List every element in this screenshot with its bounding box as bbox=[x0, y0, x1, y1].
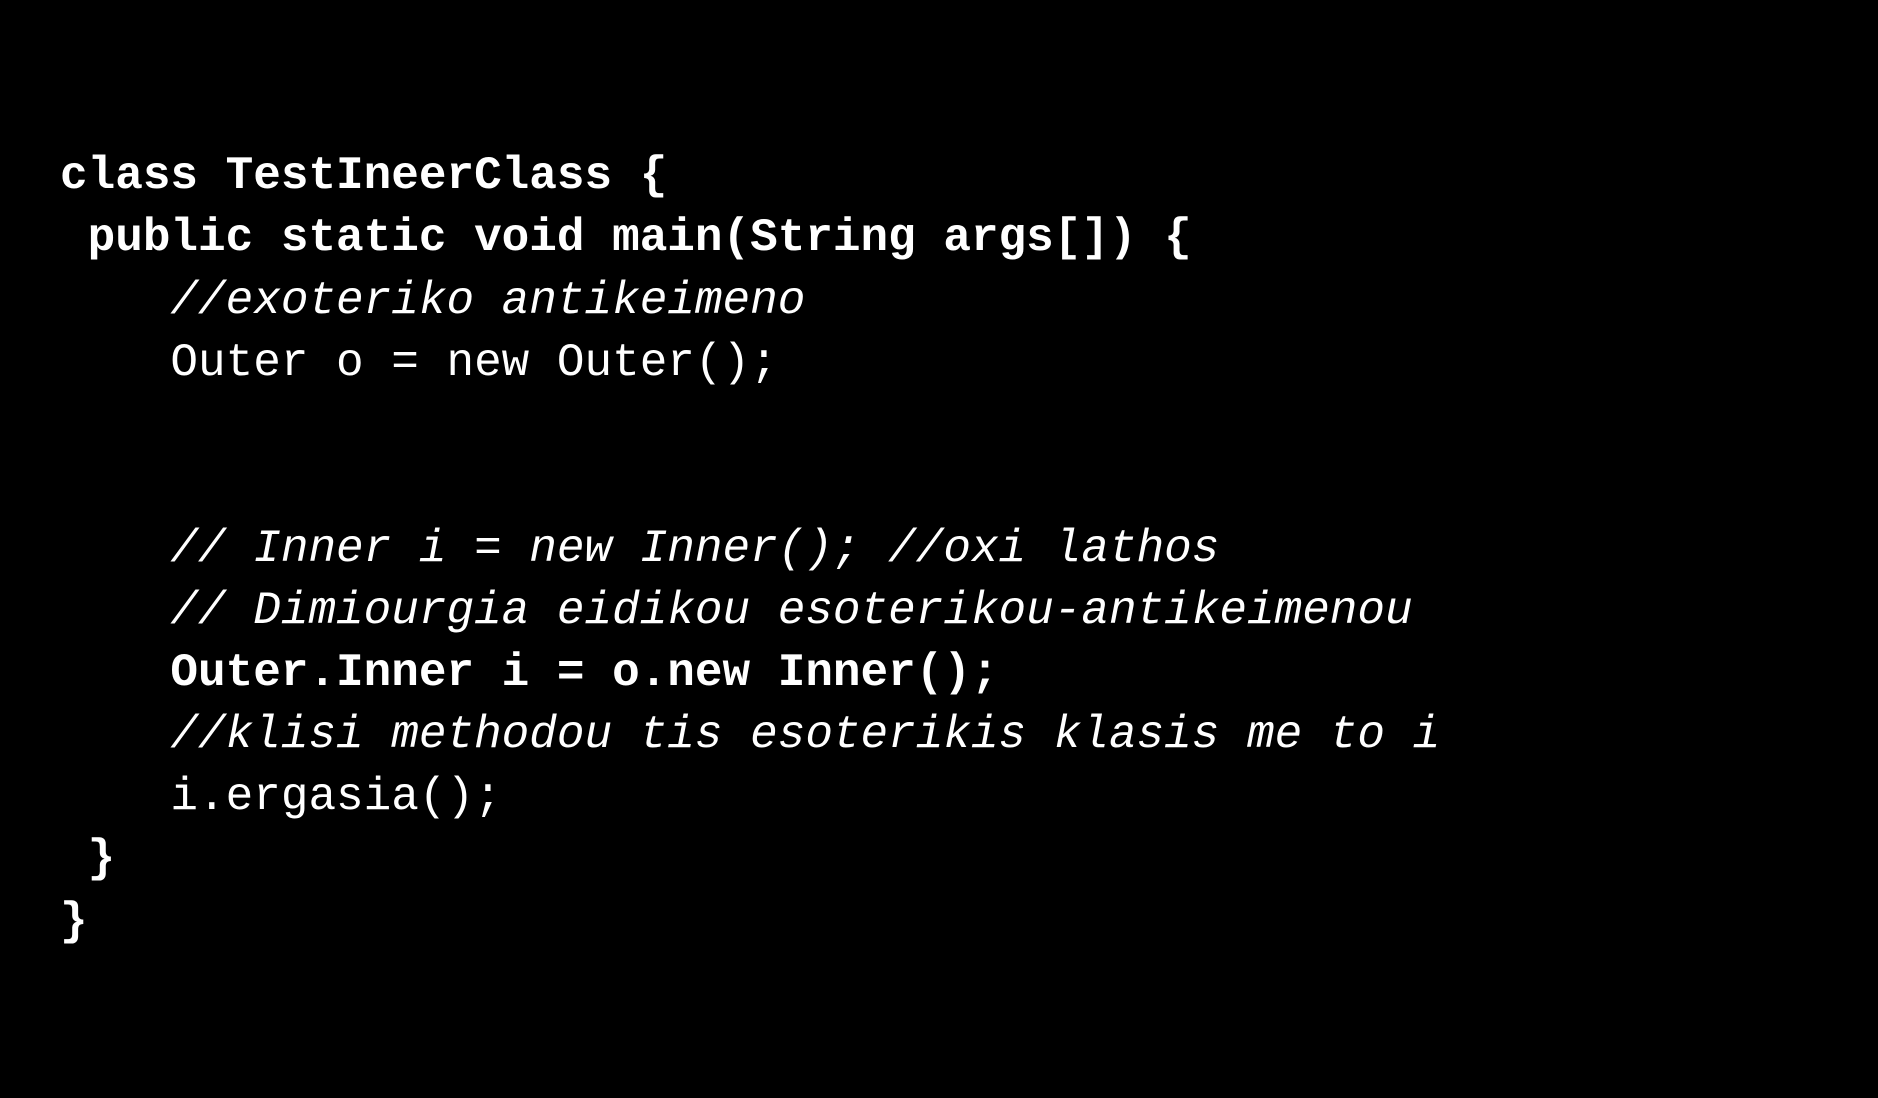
code-container: class TestIneerClass { public static voi… bbox=[0, 0, 1878, 1098]
code-line-10: //klisi methodou tis esoterikis klasis m… bbox=[60, 704, 1818, 766]
code-line-3: //exoteriko antikeimeno bbox=[60, 270, 1818, 332]
code-block: class TestIneerClass { public static voi… bbox=[60, 145, 1818, 952]
code-line-2: public static void main(String args[]) { bbox=[60, 207, 1818, 269]
code-line-8: // Dimiourgia eidikou esoterikou-antikei… bbox=[60, 580, 1818, 642]
code-line-5 bbox=[60, 394, 1818, 456]
code-line-9: Outer.Inner i = o.new Inner(); bbox=[60, 642, 1818, 704]
code-line-6 bbox=[60, 456, 1818, 518]
code-line-12: } bbox=[60, 828, 1818, 890]
code-line-4: Outer o = new Outer(); bbox=[60, 332, 1818, 394]
code-line-1: class TestIneerClass { bbox=[60, 145, 1818, 207]
code-line-13: } bbox=[60, 891, 1818, 953]
code-line-7: // Inner i = new Inner(); //oxi lathos bbox=[60, 518, 1818, 580]
code-line-11: i.ergasia(); bbox=[60, 766, 1818, 828]
